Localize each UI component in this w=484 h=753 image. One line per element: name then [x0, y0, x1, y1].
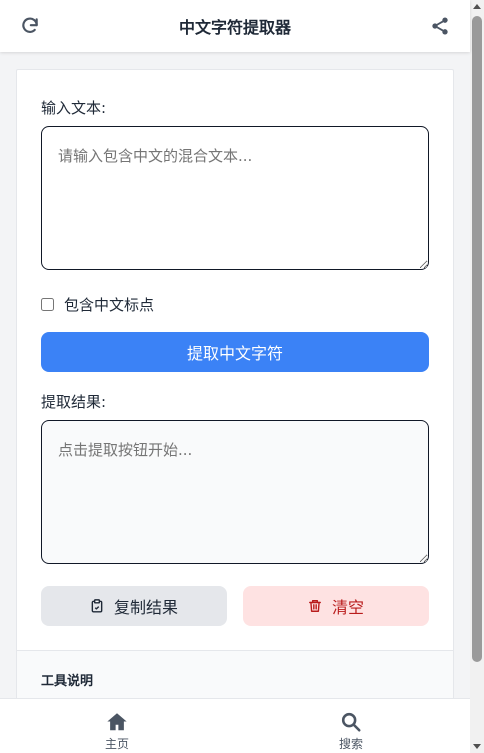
copy-result-button[interactable]: 复制结果	[41, 586, 227, 626]
refresh-icon[interactable]	[20, 16, 40, 36]
punctuation-option: 包含中文标点	[41, 294, 154, 315]
scrollbar-thumb[interactable]	[472, 16, 482, 662]
extract-button[interactable]: 提取中文字符	[41, 332, 429, 372]
home-icon	[107, 713, 127, 731]
nav-label-search: 搜索	[338, 737, 363, 751]
extractor-card: 输入文本: 包含中文标点 提取中文字符 提取结果: 复制结果 清空	[16, 69, 454, 709]
top-bar: 中文字符提取器	[0, 0, 470, 52]
nav-item-search[interactable]: 搜索	[321, 711, 381, 752]
clipboard-icon	[91, 599, 103, 613]
clear-button-label: 清空	[331, 598, 364, 617]
tool-info-heading: 工具说明	[41, 674, 94, 689]
bottom-nav: 主页 搜索	[0, 698, 470, 753]
app-window: 中文字符提取器 输入文本: 包含中文标点 提取中文字符 提取结果: 复制结果	[0, 0, 470, 753]
punctuation-checkbox-label: 包含中文标点	[64, 296, 155, 314]
scroll-down-arrow[interactable]	[473, 744, 481, 749]
trash-icon	[309, 600, 321, 612]
result-label: 提取结果:	[41, 393, 107, 411]
nav-item-home[interactable]: 主页	[87, 711, 147, 752]
result-textarea[interactable]	[41, 420, 429, 564]
input-textarea[interactable]	[41, 126, 429, 270]
input-label: 输入文本:	[41, 99, 107, 117]
nav-label-home: 主页	[104, 737, 129, 751]
search-icon	[341, 712, 361, 732]
copy-button-label: 复制结果	[113, 598, 178, 617]
clear-button[interactable]: 清空	[243, 586, 429, 626]
share-icon[interactable]	[430, 16, 450, 36]
page-title: 中文字符提取器	[178, 18, 291, 37]
punctuation-checkbox[interactable]	[41, 298, 54, 311]
vertical-scrollbar[interactable]	[470, 0, 484, 753]
scroll-up-arrow[interactable]	[473, 4, 481, 9]
